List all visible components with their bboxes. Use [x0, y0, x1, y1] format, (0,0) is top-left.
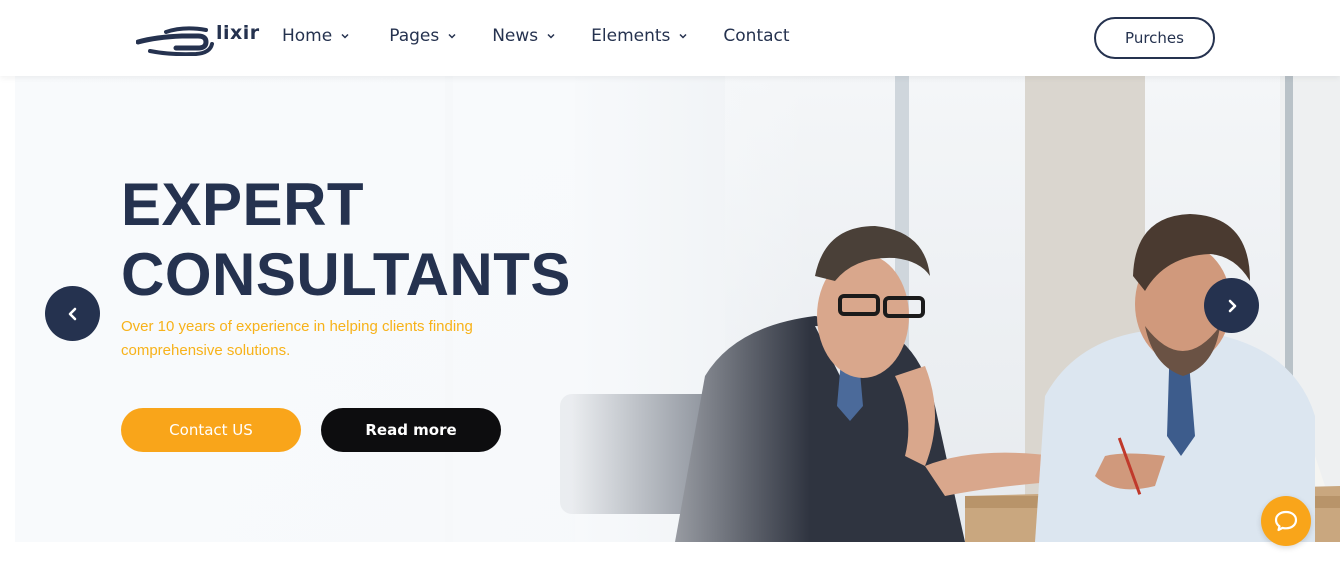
nav-item-elements[interactable]: Elements: [591, 26, 687, 46]
site-header: lixir Home Pages News Elements Contact P…: [0, 0, 1340, 76]
chat-bubble-icon: [1274, 510, 1298, 532]
read-more-button[interactable]: Read more: [321, 408, 501, 452]
chevron-down-icon: [547, 33, 555, 39]
nav-item-label: Pages: [389, 26, 440, 46]
hero-title: EXPERT CONSULTANTS: [121, 170, 571, 310]
slider-prev-button[interactable]: [45, 286, 100, 341]
chevron-down-icon: [341, 33, 349, 39]
nav-item-contact[interactable]: Contact: [723, 26, 789, 46]
main-nav: Home Pages News Elements Contact: [282, 26, 826, 46]
nav-item-label: Contact: [723, 26, 790, 46]
brand-logo[interactable]: lixir: [136, 20, 259, 58]
hero-slider: EXPERT CONSULTANTS Over 10 years of expe…: [15, 76, 1340, 542]
hero-title-line2: CONSULTANTS: [121, 241, 571, 308]
nav-item-label: Elements: [591, 26, 671, 46]
nav-item-home[interactable]: Home: [282, 26, 349, 46]
brand-name: lixir: [216, 22, 260, 44]
nav-item-news[interactable]: News: [492, 26, 555, 46]
hero-subtitle: Over 10 years of experience in helping c…: [121, 318, 473, 359]
nav-item-pages[interactable]: Pages: [389, 26, 456, 46]
hero-title-line1: EXPERT: [121, 171, 365, 238]
slider-next-button[interactable]: [1204, 278, 1259, 333]
chevron-down-icon: [679, 33, 687, 39]
chevron-left-icon: [68, 307, 76, 320]
purches-button[interactable]: Purches: [1094, 17, 1215, 59]
chat-button[interactable]: [1261, 496, 1311, 546]
elixir-logo-icon: [136, 26, 214, 56]
chevron-right-icon: [1228, 299, 1236, 312]
nav-item-label: News: [492, 26, 539, 46]
contact-us-button[interactable]: Contact US: [121, 408, 301, 452]
nav-item-label: Home: [282, 26, 333, 46]
chevron-down-icon: [448, 33, 456, 39]
